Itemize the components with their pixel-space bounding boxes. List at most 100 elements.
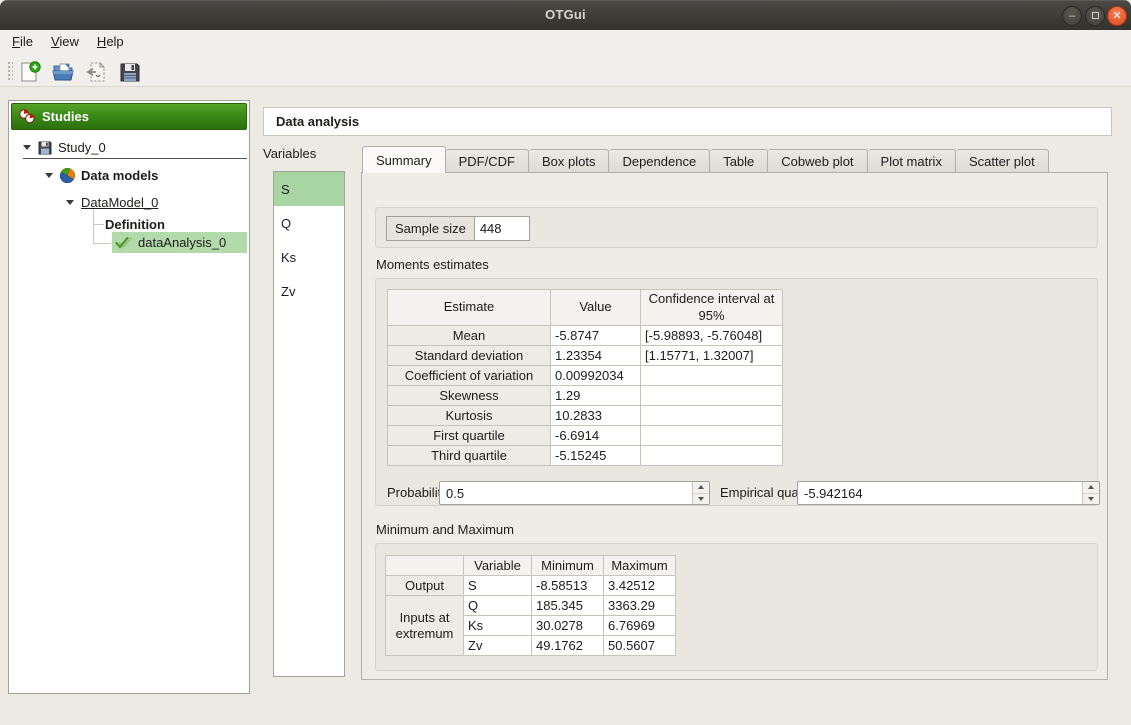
expand-arrow-icon[interactable] xyxy=(23,145,31,150)
probability-spin-buttons xyxy=(692,482,709,504)
spin-up-button[interactable] xyxy=(693,482,709,494)
table-cell: Q xyxy=(464,596,532,616)
table-row: First quartile-6.6914 xyxy=(388,426,783,446)
column-header: Minimum xyxy=(532,556,604,576)
table-cell: 1.23354 xyxy=(551,346,641,366)
save-button[interactable] xyxy=(118,60,142,84)
tab-plot-matrix[interactable]: Plot matrix xyxy=(868,149,956,173)
tree-branch-line xyxy=(93,243,111,244)
menu-help[interactable]: Help xyxy=(88,30,133,54)
table-cell: 30.0278 xyxy=(532,616,604,636)
sample-size-value: 448 xyxy=(475,217,529,240)
variable-item-ks[interactable]: Ks xyxy=(274,240,344,274)
tree-branch-line xyxy=(93,208,94,243)
table-cell: Kurtosis xyxy=(388,406,551,426)
new-study-button[interactable] xyxy=(18,60,42,84)
moments-groupbox: EstimateValueConfidence interval at 95%M… xyxy=(375,278,1098,506)
tab-dependence[interactable]: Dependence xyxy=(609,149,710,173)
table-cell: -5.15245 xyxy=(551,446,641,466)
spin-down-button[interactable] xyxy=(1083,494,1099,505)
window-title: OTGui xyxy=(0,7,1131,22)
tab-cobweb-plot[interactable]: Cobweb plot xyxy=(768,149,867,173)
table-cell xyxy=(641,366,783,386)
table-row: Kurtosis10.2833 xyxy=(388,406,783,426)
table-cell: 1.29 xyxy=(551,386,641,406)
minimize-button[interactable]: – xyxy=(1062,6,1082,26)
tree-item-label: Data models xyxy=(81,168,158,183)
import-python-script-button[interactable] xyxy=(85,60,109,84)
column-header: Estimate xyxy=(388,290,551,326)
menu-view[interactable]: View xyxy=(42,30,88,54)
probability-spinbox xyxy=(439,481,710,505)
empirical-quantile-input[interactable] xyxy=(798,482,1082,504)
new-document-icon xyxy=(18,60,42,84)
minmax-groupbox: VariableMinimumMaximumOutputS-8.585133.4… xyxy=(375,543,1098,671)
menu-bar: FileViewHelp xyxy=(0,30,1131,56)
column-header: Confidence interval at 95% xyxy=(641,290,783,326)
tree-item-label: DataModel_0 xyxy=(81,195,158,210)
spin-up-button[interactable] xyxy=(1083,482,1099,494)
floppy-icon xyxy=(38,141,52,155)
tree-item-study-0[interactable]: Study_0 xyxy=(23,137,247,159)
title-bar: OTGui – ✕ xyxy=(0,0,1131,30)
table-cell: Zv xyxy=(464,636,532,656)
table-cell: Standard deviation xyxy=(388,346,551,366)
tree-item-data-models[interactable]: Data models xyxy=(45,165,158,185)
table-cell: [1.15771, 1.32007] xyxy=(641,346,783,366)
open-folder-icon xyxy=(51,60,75,84)
tab-pdf-cdf[interactable]: PDF/CDF xyxy=(446,149,529,173)
up-arrow-icon xyxy=(1088,485,1094,489)
import-script-icon xyxy=(85,60,109,84)
table-row: Third quartile-5.15245 xyxy=(388,446,783,466)
table-cell: Coefficient of variation xyxy=(388,366,551,386)
table-cell: [-5.98893, -5.76048] xyxy=(641,326,783,346)
open-study-button[interactable] xyxy=(51,60,75,84)
sample-size-widget: Sample size 448 xyxy=(386,216,530,241)
table-cell: Ks xyxy=(464,616,532,636)
check-icon xyxy=(115,236,132,250)
studies-panel-header: Studies xyxy=(11,103,247,130)
table-cell: 50.5607 xyxy=(604,636,676,656)
tree-item-datamodel-0[interactable]: DataModel_0 xyxy=(66,192,158,212)
table-cell: Skewness xyxy=(388,386,551,406)
empirical-quantile-spinbox xyxy=(797,481,1100,505)
table-row: OutputS-8.585133.42512 xyxy=(386,576,676,596)
page-title: Data analysis xyxy=(263,107,1112,136)
table-cell: Mean xyxy=(388,326,551,346)
row-group-label: Output xyxy=(386,576,464,596)
table-cell: S xyxy=(464,576,532,596)
tree-item-label: Study_0 xyxy=(58,140,106,155)
variable-item-q[interactable]: Q xyxy=(274,206,344,240)
tree-item-label: dataAnalysis_0 xyxy=(138,235,226,250)
tab-bar: SummaryPDF/CDFBox plotsDependenceTableCo… xyxy=(362,146,1049,173)
otgui-logo-icon xyxy=(19,109,35,124)
summary-tab-panel: Sample size 448 Moments estimates Estima… xyxy=(361,172,1108,680)
close-button[interactable]: ✕ xyxy=(1107,6,1127,26)
tree-item-definition[interactable]: Definition xyxy=(105,214,165,234)
tab-box-plots[interactable]: Box plots xyxy=(529,149,609,173)
toolbar-drag-handle[interactable] xyxy=(7,61,13,82)
tree-item-label: Definition xyxy=(105,217,165,232)
variable-item-zv[interactable]: Zv xyxy=(274,274,344,308)
table-cell: 6.76969 xyxy=(604,616,676,636)
pie-icon xyxy=(60,168,75,183)
variable-item-s[interactable]: S xyxy=(274,172,344,206)
spin-down-button[interactable] xyxy=(693,494,709,505)
sample-size-groupbox: Sample size 448 xyxy=(375,207,1098,248)
probability-input[interactable] xyxy=(440,482,692,504)
table-cell: 3.42512 xyxy=(604,576,676,596)
expand-arrow-icon[interactable] xyxy=(45,173,53,178)
tab-scatter-plot[interactable]: Scatter plot xyxy=(956,149,1049,173)
tree-item-dataanalysis-0[interactable]: dataAnalysis_0 xyxy=(112,232,247,253)
menu-file[interactable]: File xyxy=(3,30,42,54)
maximize-button[interactable] xyxy=(1085,6,1105,26)
tab-summary[interactable]: Summary xyxy=(362,146,446,173)
down-arrow-icon xyxy=(698,497,704,501)
table-cell: 10.2833 xyxy=(551,406,641,426)
expand-arrow-icon[interactable] xyxy=(66,200,74,205)
sample-size-label: Sample size xyxy=(387,217,475,240)
empirical-quantile-spin-buttons xyxy=(1082,482,1099,504)
down-arrow-icon xyxy=(1088,497,1094,501)
table-cell: 3363.29 xyxy=(604,596,676,616)
tab-table[interactable]: Table xyxy=(710,149,768,173)
